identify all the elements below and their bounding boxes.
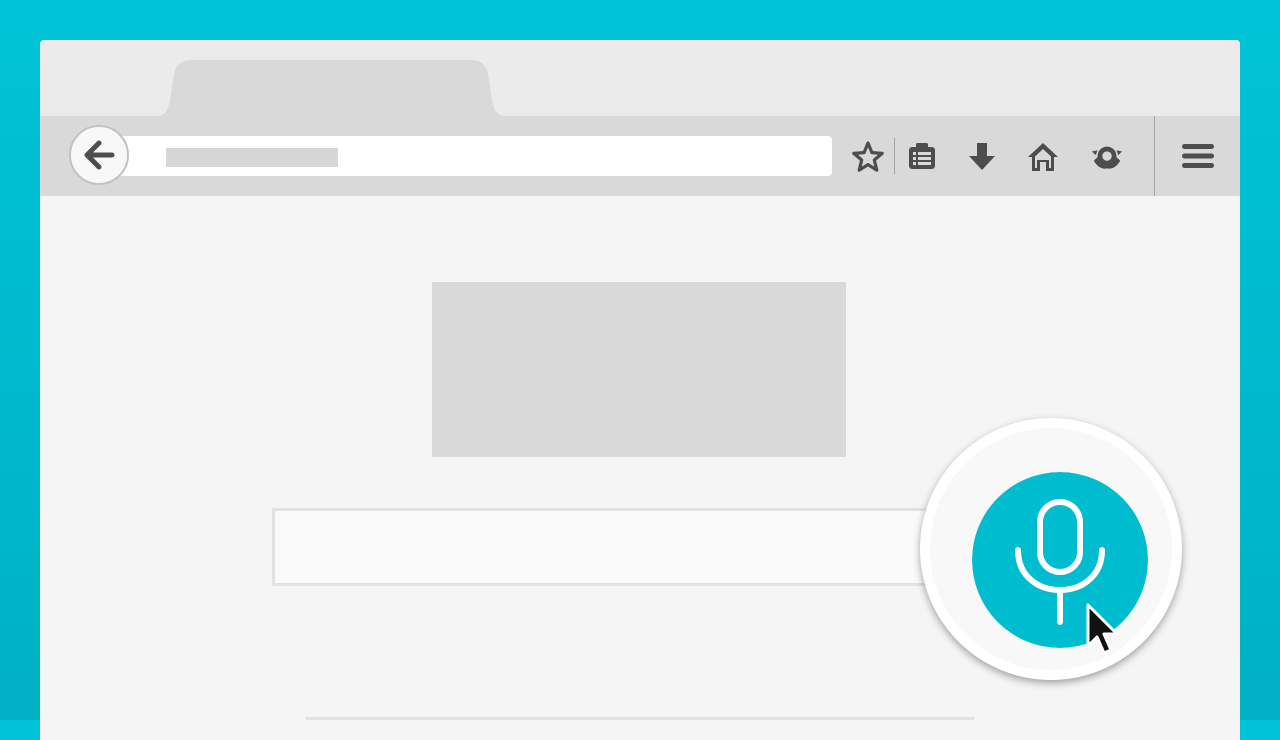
download-icon bbox=[969, 143, 995, 170]
voice-search-ring bbox=[930, 428, 1172, 670]
toolbar-separator bbox=[894, 138, 895, 174]
star-icon bbox=[852, 141, 884, 172]
url-text-placeholder bbox=[166, 148, 338, 167]
sync-button[interactable] bbox=[1090, 140, 1124, 174]
home-icon bbox=[1028, 143, 1058, 171]
download-button[interactable] bbox=[965, 140, 999, 174]
search-input[interactable] bbox=[272, 508, 972, 586]
voice-search-button[interactable] bbox=[972, 472, 1148, 648]
tab-strip bbox=[40, 40, 1240, 120]
navigation-toolbar bbox=[40, 116, 1240, 196]
bookmark-star-button[interactable] bbox=[851, 140, 885, 174]
menu-separator bbox=[1154, 116, 1155, 196]
hamburger-menu-icon bbox=[1182, 144, 1214, 168]
mouse-pointer-icon bbox=[1086, 603, 1119, 655]
page-image-placeholder bbox=[432, 282, 846, 457]
home-button[interactable] bbox=[1026, 140, 1060, 174]
voice-search-halo bbox=[920, 418, 1182, 680]
browser-tab[interactable] bbox=[156, 60, 506, 120]
sync-icon bbox=[1091, 146, 1123, 169]
reading-list-button[interactable] bbox=[905, 140, 939, 174]
back-button[interactable] bbox=[69, 125, 129, 185]
menu-button[interactable] bbox=[1181, 139, 1215, 173]
address-bar[interactable] bbox=[120, 136, 832, 176]
back-arrow-icon bbox=[84, 140, 115, 170]
reading-list-icon bbox=[909, 143, 935, 169]
